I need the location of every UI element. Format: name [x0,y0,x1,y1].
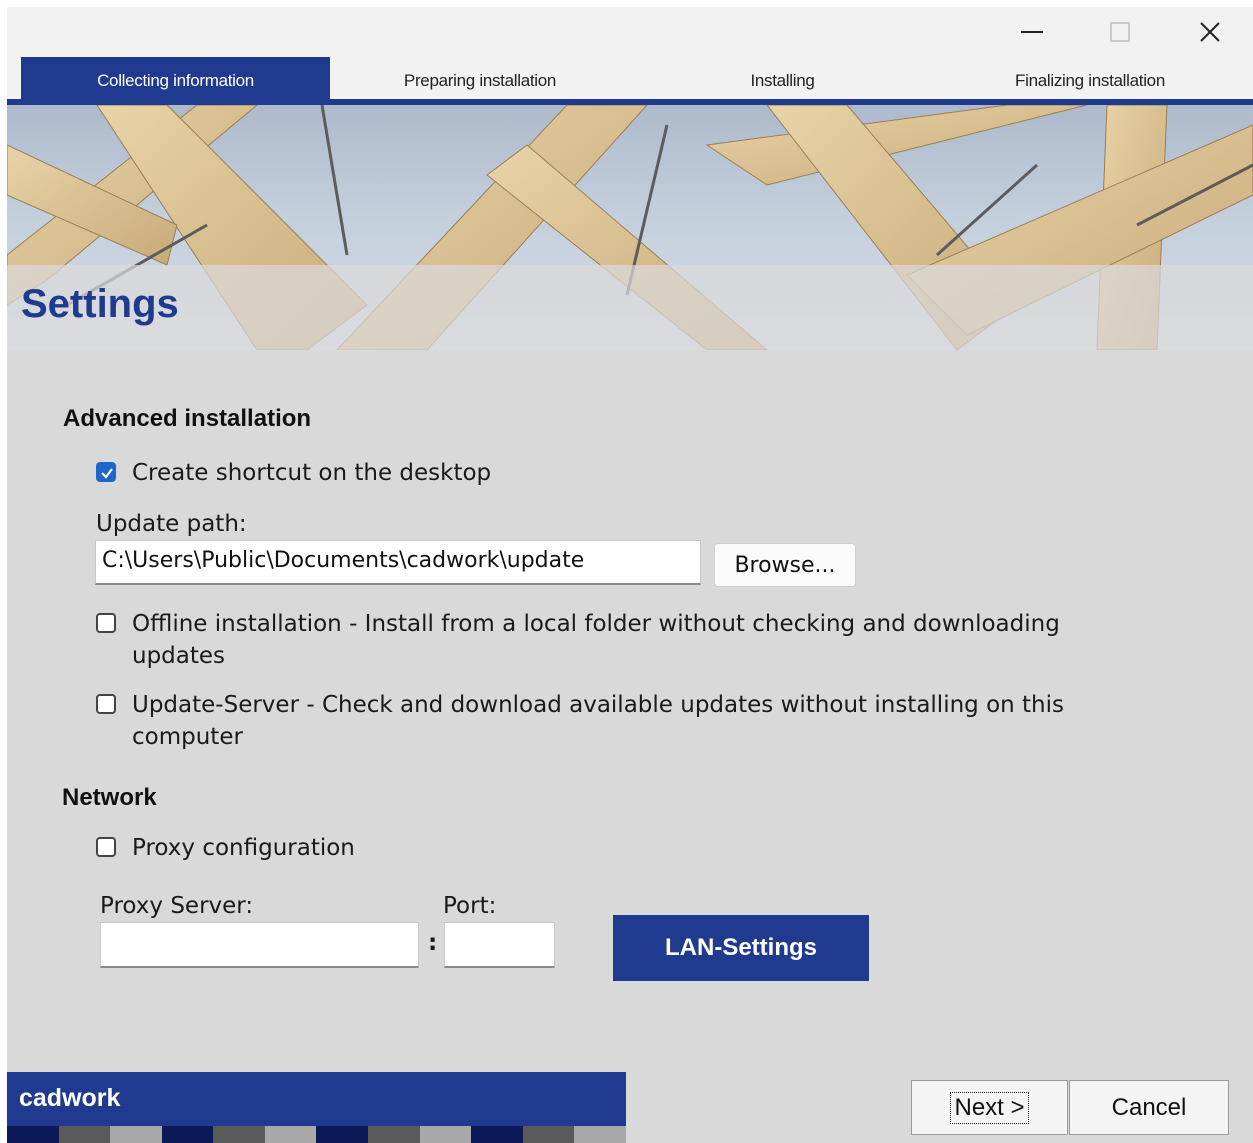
port-separator: : [428,930,438,956]
cancel-button[interactable]: Cancel [1069,1080,1229,1135]
proxy-server-label: Proxy Server: [100,893,254,919]
proxy-server-input[interactable] [100,922,419,968]
lan-settings-button[interactable]: LAN-Settings [613,915,869,981]
update-server-checkbox[interactable] [96,694,116,714]
maximize-icon[interactable] [1090,7,1150,57]
create-shortcut-checkbox[interactable] [96,462,116,482]
advanced-installation-heading: Advanced installation [63,405,312,432]
update-server-label: Update-Server - Check and download avail… [132,692,1064,718]
next-button[interactable]: Next > [911,1080,1068,1135]
next-button-label: Next > [950,1091,1029,1124]
installer-window: Collecting information Preparing install… [7,7,1253,1143]
network-heading: Network [62,784,157,811]
offline-installation-label: Offline installation - Install from a lo… [132,611,1060,637]
create-shortcut-label: Create shortcut on the desktop [132,460,492,486]
step-finalizing-installation: Finalizing installation [1015,71,1165,90]
proxy-configuration-checkbox[interactable] [96,837,116,857]
port-label: Port: [443,893,497,919]
port-input[interactable] [444,922,555,968]
update-path-label: Update path: [96,511,247,537]
offline-installation-label-cont: updates [132,643,226,669]
step-preparing-installation: Preparing installation [403,71,557,90]
footer-brand-bar: cadwork [7,1072,626,1126]
update-path-input[interactable]: C:\Users\Public\Documents\cadwork\update [95,540,701,585]
cadwork-logo-text: cadwork [19,1084,121,1112]
footer-stripes [7,1126,626,1143]
minimize-icon[interactable] [1002,7,1062,57]
step-collecting-information: Collecting information [21,57,330,105]
header-banner-image [7,105,1253,350]
offline-installation-checkbox[interactable] [96,613,116,633]
title-bar [7,7,1253,63]
proxy-configuration-label: Proxy configuration [132,835,355,861]
page-title: Settings [21,282,179,326]
step-installing: Installing [750,71,815,90]
close-icon[interactable] [1180,7,1240,57]
banner-fade-overlay [7,265,1253,350]
progress-steps: Collecting information Preparing install… [7,57,1253,105]
update-server-label-cont: computer [132,724,243,750]
browse-button[interactable]: Browse... [714,543,856,587]
